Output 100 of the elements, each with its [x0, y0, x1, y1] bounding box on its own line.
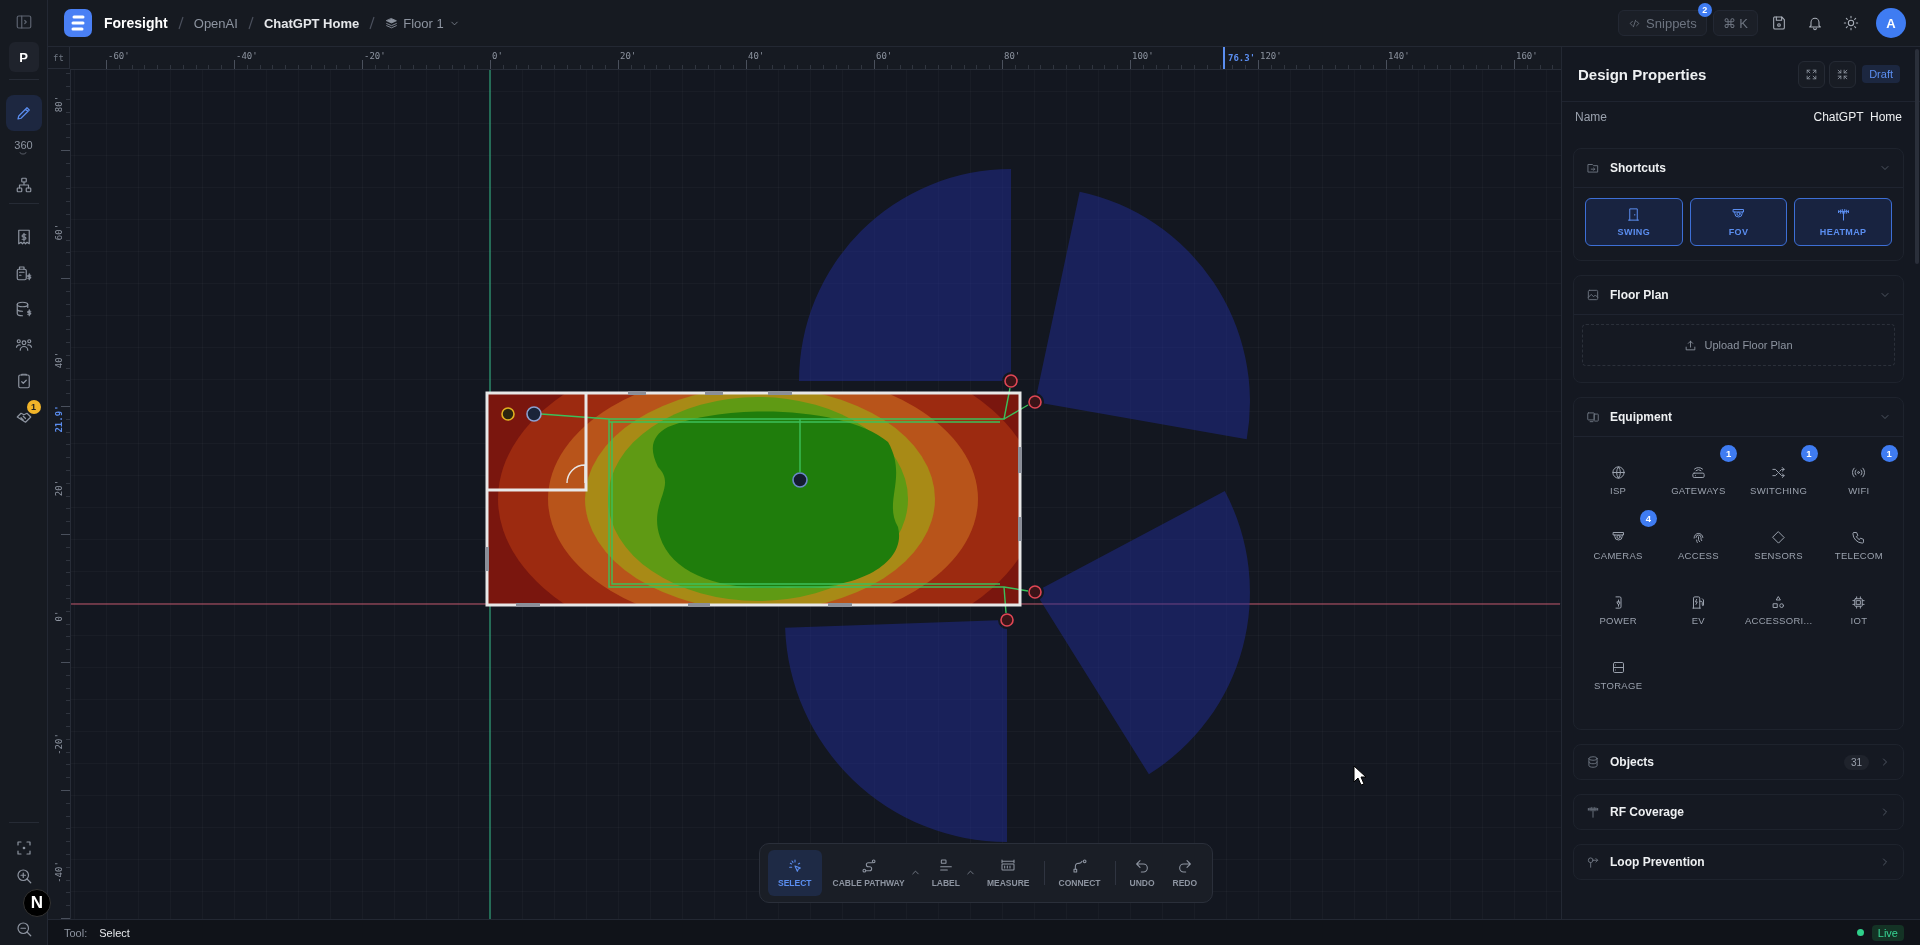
fit-screen-icon	[14, 839, 33, 857]
equipment-category[interactable]: STORAGE	[1593, 660, 1643, 691]
redo-icon	[1176, 858, 1193, 874]
ruler-label: 80'	[53, 95, 65, 113]
shortcut-button[interactable]: HEATMAP	[1794, 198, 1892, 246]
people-icon	[14, 336, 33, 354]
field-label: Name	[1575, 110, 1607, 124]
status-dot	[1856, 929, 1864, 936]
shortcut-button[interactable]: FOV	[1689, 198, 1788, 246]
ruler-label: 0'	[492, 51, 503, 61]
tool-button[interactable]: LABEL	[924, 850, 967, 896]
equipment-category[interactable]: EV	[1690, 595, 1706, 626]
undo-icon	[1134, 858, 1151, 874]
collapse-button[interactable]	[1829, 60, 1857, 88]
storage-icon	[1610, 660, 1626, 675]
shortcut-button[interactable]: ⌘ K	[1712, 10, 1758, 36]
collapse-icon	[1836, 67, 1850, 81]
section-header[interactable]: Loop Prevention	[1574, 845, 1903, 879]
tool-button[interactable]: CONNECT	[1051, 850, 1108, 896]
count-badge: 2	[1697, 3, 1712, 17]
section-title: Loop Prevention	[1610, 855, 1706, 869]
workspace-button[interactable]: P	[8, 42, 39, 72]
section-title: Equipment	[1610, 410, 1673, 424]
ruler-label: 60'	[53, 223, 65, 241]
camera-icon[interactable]	[1028, 395, 1042, 409]
globe-icon	[1610, 465, 1626, 480]
floor-plan-drawing[interactable]	[485, 387, 1029, 614]
breadcrumb-link[interactable]: ChatGPT Home	[263, 15, 360, 31]
equipment-category[interactable]: IOT	[1850, 595, 1868, 626]
sun-icon	[1843, 15, 1859, 31]
signal-icon	[1851, 465, 1867, 480]
ruler-marker: 21.9'	[53, 405, 65, 433]
ruler-label: 160'	[1516, 51, 1538, 61]
status-label: Tool:	[64, 926, 88, 939]
breadcrumb-link[interactable]: OpenAI	[193, 15, 238, 31]
phone-icon	[1851, 530, 1867, 545]
zoom-in-icon	[14, 867, 33, 885]
equipment-category[interactable]: SENSORS	[1754, 530, 1803, 561]
sidebar-item[interactable]	[5, 95, 42, 131]
equipment-category[interactable]: ACCESS	[1677, 530, 1719, 561]
equipment-category[interactable]: POWER	[1599, 595, 1637, 626]
cursor-icon	[1353, 765, 1367, 786]
save-icon	[1771, 15, 1787, 31]
folder-icon	[1586, 161, 1600, 175]
layers-icon	[385, 16, 399, 30]
section-title: Shortcuts	[1610, 161, 1667, 175]
app-name: Foresight	[104, 15, 168, 31]
ruler-label: 120'	[1260, 51, 1282, 61]
count-badge: 4	[1640, 510, 1658, 527]
sidebar-item[interactable]: 360	[5, 131, 42, 167]
camera-icon[interactable]	[1028, 585, 1042, 599]
ruler-label: 0'	[53, 610, 65, 622]
ruler-icon	[1000, 858, 1017, 874]
zoom-out-icon	[14, 920, 33, 938]
tool-button[interactable]: CABLE PATHWAY	[825, 850, 912, 896]
floor-dropdown[interactable]: Floor 1	[385, 15, 460, 31]
tool-button[interactable]: UNDO	[1122, 850, 1162, 896]
tool-button[interactable]: MEASURE	[980, 850, 1037, 896]
antenna-icon	[1586, 805, 1600, 819]
ruler-label: -20'	[364, 51, 386, 61]
calculator-icon	[14, 264, 33, 282]
count-badge: 1	[1720, 445, 1738, 462]
ruler-label: 20'	[53, 479, 65, 497]
ruler-unit: ft	[48, 47, 70, 69]
camera-icon[interactable]	[1004, 374, 1018, 388]
charger-icon	[1690, 595, 1706, 610]
equipment-category[interactable]: TELECOM	[1834, 530, 1883, 561]
section-header[interactable]: Shortcuts	[1574, 149, 1903, 188]
tool-button[interactable]: REDO	[1165, 850, 1205, 896]
section-header[interactable]: RF Coverage	[1574, 795, 1903, 829]
shortcut-button[interactable]: SWING	[1585, 198, 1683, 246]
path-icon	[860, 858, 877, 874]
notification-badge: 1	[26, 400, 41, 414]
shuffle-icon	[1771, 465, 1787, 480]
upload-icon	[1684, 338, 1698, 352]
shapes-icon	[1771, 595, 1787, 610]
diamond-icon	[1771, 530, 1787, 545]
tool-button[interactable]: SELECT	[768, 850, 822, 896]
ruler-label: -60'	[108, 51, 130, 61]
status-value: Select	[99, 926, 130, 939]
equipment-category[interactable]: ISP	[1610, 465, 1627, 496]
device-icon[interactable]	[501, 407, 515, 421]
count-badge: 1	[1800, 445, 1818, 462]
device-icon[interactable]	[526, 406, 542, 422]
equipment-category[interactable]: ACCESSORI...	[1744, 595, 1813, 626]
database-icon	[14, 300, 33, 318]
access-point-icon[interactable]	[792, 472, 808, 488]
status-badge: Draft	[1862, 65, 1900, 83]
expand-button[interactable]	[1798, 60, 1826, 88]
user-avatar[interactable]: A	[1876, 8, 1906, 38]
slash-icon	[177, 16, 184, 30]
ruler-label: 40'	[748, 51, 765, 61]
section-header[interactable]: Equipment	[1574, 398, 1903, 437]
router-icon	[1690, 465, 1706, 480]
upload-button[interactable]: Upload Floor Plan	[1582, 324, 1895, 366]
section-header[interactable]: Objects 31	[1574, 745, 1903, 779]
camera-icon[interactable]	[1000, 613, 1014, 627]
section-header[interactable]: Floor Plan	[1574, 276, 1903, 315]
sidebar-item[interactable]: 1	[5, 399, 42, 435]
count-badge: 31	[1843, 754, 1869, 770]
